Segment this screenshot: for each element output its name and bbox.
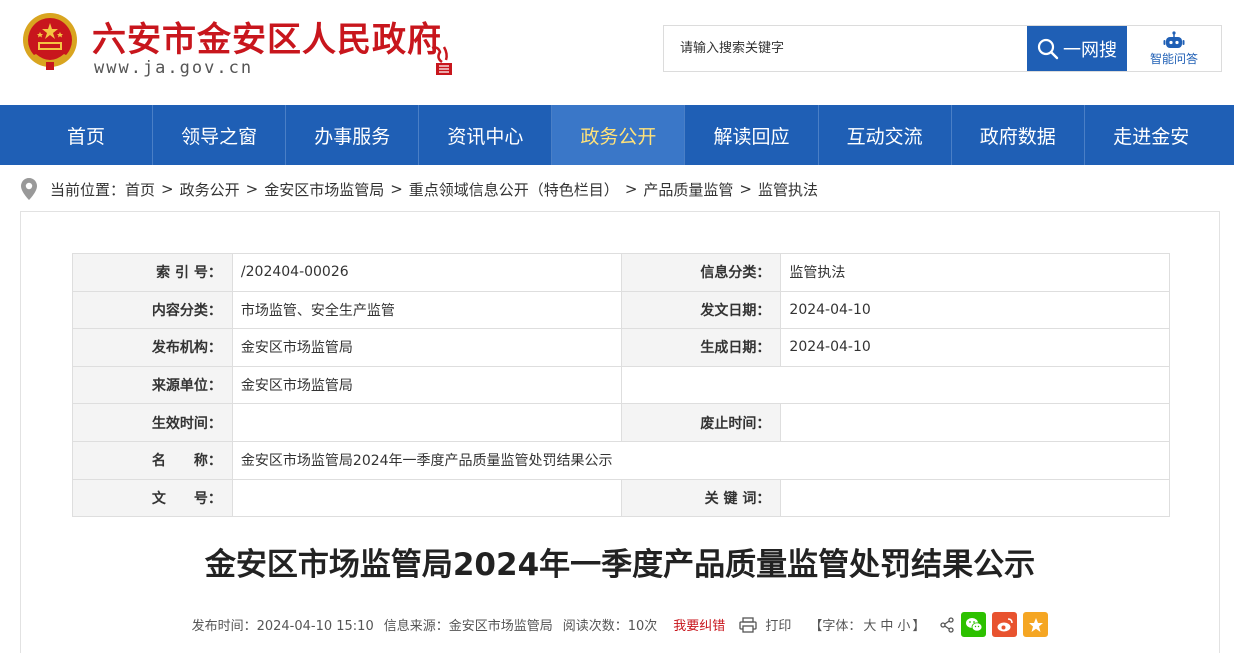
- nav-item-interpretation[interactable]: 解读回应: [685, 105, 819, 165]
- font-size-control: 【字体：大中小】: [809, 615, 925, 634]
- nav-item-news[interactable]: 资讯中心: [419, 105, 553, 165]
- site-title[interactable]: 六安市金安区人民政府: [92, 12, 442, 61]
- search-button[interactable]: 一网搜: [1027, 26, 1127, 71]
- weibo-share-button[interactable]: [992, 612, 1018, 637]
- meta-label-expiry-time: 废止时间：: [620, 403, 782, 442]
- meta-label-doc-no: 文 号：: [72, 478, 233, 518]
- search-button-label: 一网搜: [1063, 39, 1117, 61]
- breadcrumb-separator: >: [390, 180, 403, 198]
- table-row: 生效时间： 废止时间：: [72, 403, 1170, 442]
- meta-label-content-category: 内容分类：: [72, 290, 233, 330]
- main-nav-list: 首页 领导之窗 办事服务 资讯中心 政务公开 解读回应 互动交流 政府数据 走进…: [20, 105, 1218, 165]
- meta-value-doc-no: [231, 478, 622, 518]
- location-pin-icon: [21, 178, 37, 200]
- favorite-button[interactable]: [1023, 612, 1049, 637]
- meta-value-issue-date: 2024-04-10: [780, 290, 1170, 330]
- calligraphy-seal-icon: [431, 46, 452, 75]
- breadcrumb-item-government-affairs[interactable]: 政务公开: [180, 179, 240, 200]
- view-count: 阅读次数：10次: [562, 619, 658, 634]
- share-icon: [940, 616, 955, 633]
- nav-item-home[interactable]: 首页: [20, 105, 154, 165]
- nav-item-leaders[interactable]: 领导之窗: [153, 105, 287, 165]
- breadcrumb-separator: >: [624, 180, 638, 198]
- meta-value-publisher: 金安区市场监管局: [231, 328, 622, 367]
- wechat-share-button[interactable]: [961, 612, 987, 637]
- smart-qa-button[interactable]: 智能问答: [1127, 26, 1221, 71]
- search-input[interactable]: [664, 26, 1026, 71]
- breadcrumb-item-enforcement[interactable]: 监管执法: [758, 179, 818, 200]
- article-container: 索 引 号： /202404-00026 信息分类： 监管执法 内容分类： 市场…: [20, 211, 1220, 653]
- table-row: 发布机构： 金安区市场监管局 生成日期： 2024-04-10: [72, 328, 1170, 367]
- meta-value-keywords: [780, 478, 1170, 518]
- font-size-large[interactable]: 大: [863, 619, 876, 634]
- smart-qa-label: 智能问答: [1149, 51, 1198, 66]
- meta-label-index-no: 索 引 号：: [72, 253, 233, 292]
- nav-item-government-affairs[interactable]: 政务公开: [552, 105, 686, 165]
- weibo-icon: [997, 617, 1013, 631]
- font-size-medium[interactable]: 中: [880, 619, 893, 634]
- meta-label-keywords: 关 键 词：: [620, 478, 782, 518]
- star-icon: [1028, 617, 1043, 632]
- meta-value-expiry-time: [780, 403, 1170, 442]
- site-header: 六安市金安区人民政府 www.ja.gov.cn 一网搜: [0, 0, 1234, 105]
- site-domain: www.ja.gov.cn: [94, 58, 254, 78]
- meta-value-created-date: 2024-04-10: [780, 328, 1170, 367]
- meta-label-info-category: 信息分类：: [620, 253, 782, 292]
- article-info-bar: 发布时间：2024-04-10 15:10 信息来源：金安区市场监管局 阅读次数…: [21, 612, 1219, 637]
- meta-value-name: 金安区市场监管局2024年一季度产品质量监管处罚结果公示: [231, 440, 1171, 480]
- meta-label-name: 名 称：: [72, 440, 233, 480]
- table-row: 来源单位： 金安区市场监管局: [72, 365, 1170, 405]
- meta-value-source-unit: 金安区市场监管局: [231, 365, 622, 405]
- breadcrumb-item-key-areas[interactable]: 重点领域信息公开（特色栏目）: [409, 179, 619, 200]
- table-row: 内容分类： 市场监管、安全生产监管 发文日期： 2024-04-10: [72, 290, 1170, 330]
- table-row: 索 引 号： /202404-00026 信息分类： 监管执法: [72, 253, 1170, 292]
- font-size-suffix: 】: [912, 619, 926, 634]
- meta-label-publisher: 发布机构：: [72, 328, 233, 367]
- publish-time: 发布时间：2024-04-10 15:10: [191, 619, 374, 634]
- breadcrumb-item-market-bureau[interactable]: 金安区市场监管局: [264, 179, 384, 200]
- breadcrumb-item-product-quality[interactable]: 产品质量监管: [643, 179, 733, 200]
- national-emblem-icon: [23, 13, 77, 70]
- nav-item-government-data[interactable]: 政府数据: [952, 105, 1085, 165]
- breadcrumb-separator: >: [739, 180, 752, 198]
- meta-value-content-category: 市场监管、安全生产监管: [231, 290, 622, 330]
- wechat-icon: [965, 617, 983, 632]
- nav-item-about-jinan[interactable]: 走进金安: [1085, 105, 1218, 165]
- meta-label-effective-time: 生效时间：: [72, 403, 233, 442]
- main-nav: 首页 领导之窗 办事服务 资讯中心 政务公开 解读回应 互动交流 政府数据 走进…: [0, 105, 1234, 165]
- meta-label-created-date: 生成日期：: [620, 328, 782, 367]
- nav-item-services[interactable]: 办事服务: [286, 105, 420, 165]
- meta-value-effective-time: [231, 403, 622, 442]
- breadcrumb-prefix: 当前位置：: [50, 180, 126, 199]
- article-title: 金安区市场监管局2024年一季度产品质量监管处罚结果公示: [204, 547, 1036, 583]
- share-button[interactable]: [939, 616, 955, 633]
- meta-value-info-category: 监管执法: [780, 253, 1170, 292]
- table-row: 名 称： 金安区市场监管局2024年一季度产品质量监管处罚结果公示: [72, 440, 1171, 480]
- print-label: 打印: [765, 619, 792, 634]
- breadcrumb-separator: >: [161, 180, 174, 198]
- robot-icon: [1163, 30, 1185, 48]
- font-size-small[interactable]: 小: [897, 619, 910, 634]
- meta-label-issue-date: 发文日期：: [620, 290, 782, 330]
- document-meta-table: 索 引 号： /202404-00026 信息分类： 监管执法 内容分类： 市场…: [72, 253, 1171, 518]
- breadcrumb-separator: >: [245, 180, 259, 198]
- nav-item-interaction[interactable]: 互动交流: [819, 105, 952, 165]
- printer-icon: [739, 616, 757, 633]
- breadcrumb-item-home[interactable]: 首页: [125, 179, 155, 200]
- table-row: 文 号： 关 键 词：: [72, 478, 1170, 518]
- info-source: 信息来源：金安区市场监管局: [383, 619, 553, 634]
- meta-value-index-no: /202404-00026: [231, 253, 622, 292]
- print-button[interactable]: 打印: [739, 615, 791, 634]
- search-icon: [1037, 38, 1059, 59]
- meta-label-source-unit: 来源单位：: [72, 365, 233, 405]
- font-size-prefix: 【字体：: [809, 619, 862, 634]
- meta-empty-cell: [620, 365, 1170, 405]
- report-error-link[interactable]: 我要纠错: [673, 615, 725, 634]
- search-bar: 一网搜 智能问答: [663, 25, 1222, 72]
- breadcrumb: 当前位置： 首页 > 政务公开 > 金安区市场监管局 > 重点领域信息公开（特色…: [20, 176, 818, 202]
